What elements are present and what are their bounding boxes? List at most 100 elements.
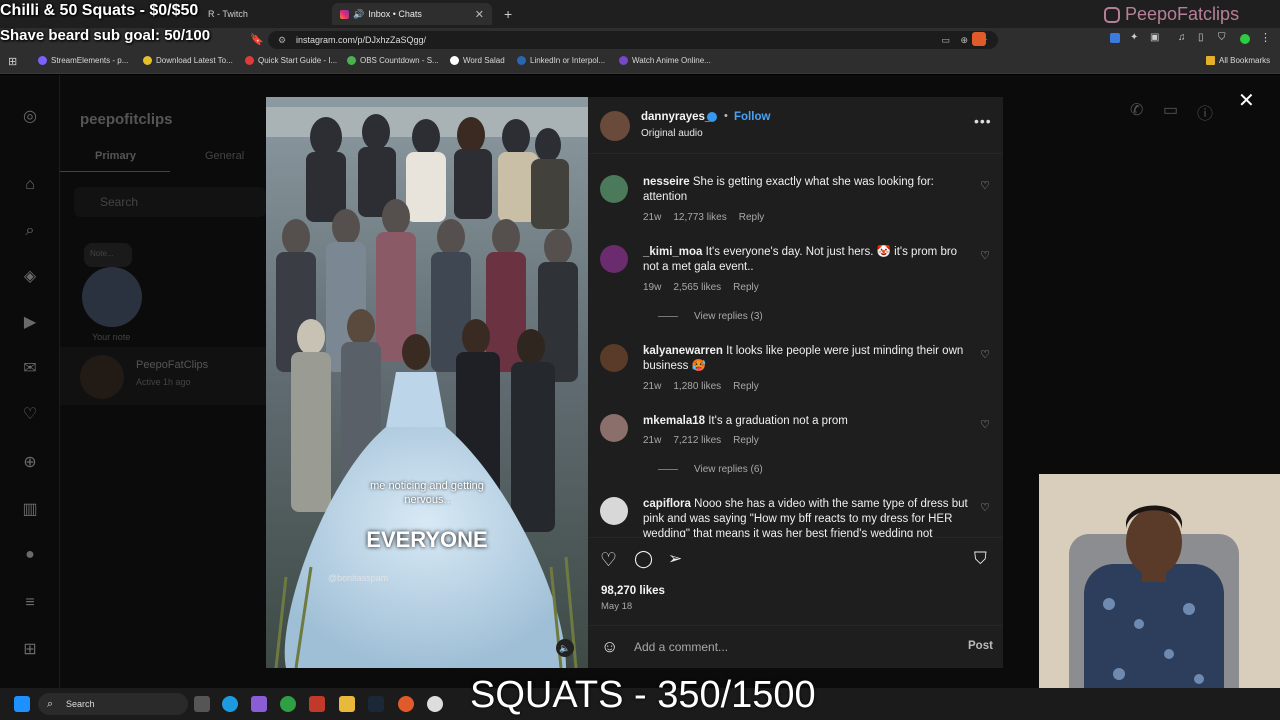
bookmark-item[interactable]: Download Latest To... (143, 56, 233, 65)
taskbar-search[interactable]: ⌕ Search (38, 693, 188, 715)
close-icon[interactable]: ✕ (475, 8, 484, 21)
comment-likes[interactable]: 2,565 likes (673, 282, 721, 293)
more-options-icon[interactable]: ••• (974, 113, 992, 129)
comment-user[interactable]: kalyanewarren (643, 345, 723, 357)
avatar[interactable] (600, 111, 630, 141)
file-explorer-icon[interactable] (339, 696, 355, 712)
tab-general[interactable]: General (205, 150, 244, 162)
search-icon[interactable]: ⌕ (20, 221, 40, 241)
reply-button[interactable]: Reply (739, 212, 765, 223)
search-input[interactable]: Search (74, 187, 266, 217)
share-send-icon[interactable]: ➢ (668, 549, 682, 569)
app-icon[interactable] (309, 696, 325, 712)
info-icon[interactable]: ⓘ (1197, 100, 1213, 124)
more-icon[interactable]: ≡ (20, 593, 40, 613)
avatar[interactable] (600, 175, 628, 203)
phone-icon[interactable]: ✆ (1130, 100, 1143, 120)
shield-icon[interactable]: ⛉ (1218, 32, 1226, 43)
instagram-logo-icon[interactable]: ◎ (20, 107, 40, 127)
reply-button[interactable]: Reply (733, 282, 759, 293)
video-call-icon[interactable]: ▭ (1163, 100, 1178, 120)
menu-icon[interactable]: ⋮ (1260, 31, 1271, 44)
bookmark-item[interactable]: LinkedIn or Interpol... (517, 56, 605, 65)
sidebar-icon[interactable]: ▯ (1198, 32, 1204, 43)
mute-icon[interactable]: 🔈 (556, 639, 574, 657)
brave-icon[interactable] (398, 696, 414, 712)
follow-button[interactable]: Follow (734, 111, 770, 123)
view-replies-button[interactable]: View replies (6) (658, 464, 763, 475)
edge-icon[interactable] (222, 696, 238, 712)
cast-icon[interactable]: ▭ (941, 31, 950, 49)
avatar[interactable] (82, 267, 142, 327)
like-comment-heart-icon[interactable]: ♡ (980, 418, 990, 431)
bookmark-item[interactable]: Watch Anime Online... (619, 56, 711, 65)
bookmark-item[interactable]: Quick Start Guide - I... (245, 56, 337, 65)
likes-count[interactable]: 98,270 likes (601, 585, 665, 597)
apps-icon[interactable]: ⊞ (8, 55, 17, 68)
avatar[interactable] (600, 344, 628, 372)
comment-user[interactable]: nesseire (643, 176, 690, 188)
dashboard-icon[interactable]: ▥ (20, 500, 40, 520)
post-video[interactable]: me noticing and getting nervous.. EVERYO… (266, 97, 588, 668)
comment-user[interactable]: _kimi_moa (643, 246, 702, 258)
comment-likes[interactable]: 1,280 likes (673, 381, 721, 392)
window-icon[interactable]: ▣ (1150, 32, 1159, 43)
extension-icon[interactable] (1110, 33, 1120, 43)
audio-label[interactable]: Original audio (641, 128, 703, 139)
bookmark-icon[interactable]: 🔖 (250, 33, 264, 46)
comment-user[interactable]: capiflora (643, 498, 691, 510)
windows-start-icon[interactable] (14, 696, 30, 712)
like-comment-heart-icon[interactable]: ♡ (980, 249, 990, 262)
steam-icon[interactable] (368, 696, 384, 712)
reply-button[interactable]: Reply (733, 435, 759, 446)
comment-user[interactable]: mkemala18 (643, 415, 705, 427)
bookmark-item[interactable]: Word Salad (450, 56, 505, 65)
like-comment-heart-icon[interactable]: ♡ (980, 348, 990, 361)
create-icon[interactable]: ⊕ (20, 453, 40, 473)
profile-icon[interactable]: ● (20, 545, 40, 565)
new-tab-button[interactable]: + (496, 3, 516, 25)
like-comment-heart-icon[interactable]: ♡ (980, 501, 990, 514)
site-info-icon[interactable]: ⚙ (278, 31, 286, 49)
media-icon[interactable]: ♫ (1178, 32, 1186, 43)
avatar[interactable] (600, 245, 628, 273)
reply-button[interactable]: Reply (733, 381, 759, 392)
like-heart-icon[interactable]: ♡ (600, 549, 617, 572)
post-author[interactable]: dannyrayes_ (641, 111, 711, 123)
home-icon[interactable]: ⌂ (20, 175, 40, 195)
note-bubble[interactable]: Note... (84, 243, 132, 267)
url-input[interactable]: ⚙ instagram.com/p/DJxhzZaSQgg/ ▭ ⊕ ☆ (268, 31, 998, 49)
emoji-icon[interactable]: ☺ (601, 637, 618, 657)
messenger-icon[interactable]: ✉ (20, 359, 40, 379)
post-comment-button[interactable]: Post (968, 640, 993, 652)
chat-list-item[interactable]: PeepoFatClips Active 1h ago (60, 347, 266, 405)
comment-bubble-icon[interactable]: ◯ (634, 549, 653, 569)
copilot-icon[interactable] (251, 696, 267, 712)
task-view-icon[interactable] (194, 696, 210, 712)
account-name[interactable]: peepofitclips (80, 111, 173, 128)
avatar[interactable] (600, 414, 628, 442)
profile-status-icon[interactable] (1240, 34, 1250, 44)
tab-instagram[interactable]: 🔊 Inbox • Chats ✕ (332, 3, 492, 25)
tab-primary[interactable]: Primary (95, 150, 136, 162)
explore-icon[interactable]: ◈ (20, 267, 40, 287)
bookmark-item[interactable]: OBS Countdown - S... (347, 56, 439, 65)
view-replies-button[interactable]: View replies (3) (658, 311, 763, 322)
apps-grid-icon[interactable]: ⊞ (20, 640, 40, 660)
like-comment-heart-icon[interactable]: ♡ (980, 179, 990, 192)
close-modal-icon[interactable]: ✕ (1238, 88, 1255, 113)
bookmark-item[interactable]: StreamElements - p... (38, 56, 128, 65)
avatar[interactable] (600, 497, 628, 525)
save-bookmark-icon[interactable]: ⛉ (974, 549, 987, 569)
puzzle-icon[interactable]: ✦ (1130, 32, 1138, 43)
all-bookmarks[interactable]: All Bookmarks (1206, 56, 1270, 65)
reels-icon[interactable]: ▶ (20, 313, 40, 333)
comment-likes[interactable]: 7,212 likes (673, 435, 721, 446)
obs-icon[interactable] (427, 696, 443, 712)
heart-icon[interactable]: ♡ (20, 405, 40, 425)
brave-shield-icon[interactable] (972, 32, 986, 46)
xbox-icon[interactable] (280, 696, 296, 712)
comment-likes[interactable]: 12,773 likes (673, 212, 726, 223)
comments-list[interactable]: nesseire She is getting exactly what she… (588, 154, 1003, 537)
add-comment-input[interactable]: Add a comment... (634, 640, 934, 654)
